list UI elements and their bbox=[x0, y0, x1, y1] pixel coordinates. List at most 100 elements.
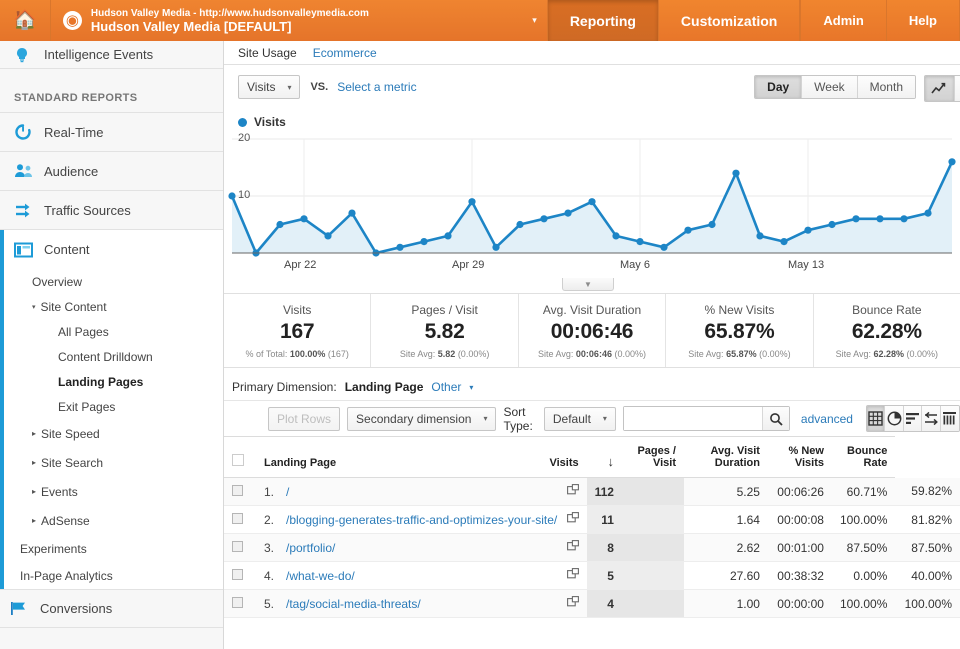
sidebar-item-exit-pages[interactable]: Exit Pages bbox=[4, 394, 223, 419]
chevron-down-icon: ▾ bbox=[483, 414, 488, 423]
tab-reporting[interactable]: Reporting bbox=[547, 0, 659, 41]
visits-chart[interactable]: 20 10 Apr 22 Apr 29 May 6 May 13 ▼ bbox=[224, 131, 960, 291]
open-in-new-window-icon[interactable] bbox=[566, 512, 579, 527]
line-chart-icon[interactable] bbox=[925, 76, 955, 101]
table-row[interactable]: 1. / 112 5.25 00:06:26 60.71% 59.82% bbox=[224, 477, 960, 506]
sidebar-item-label: AdSense bbox=[41, 513, 90, 528]
bar-view-icon[interactable] bbox=[903, 406, 923, 431]
column-header-new-visits[interactable]: % New Visits bbox=[767, 436, 832, 478]
secondary-dimension-label: Secondary dimension bbox=[356, 411, 472, 426]
open-in-new-window-icon[interactable] bbox=[566, 568, 579, 583]
granularity-month[interactable]: Month bbox=[857, 76, 915, 98]
row-landing-page-link[interactable]: /portfolio/ bbox=[286, 541, 563, 555]
select-all-checkbox[interactable] bbox=[232, 454, 244, 466]
sidebar-item-landing-pages[interactable]: Landing Pages bbox=[4, 369, 223, 394]
sidebar-item-site-speed[interactable]: ▸ Site Speed bbox=[4, 419, 223, 448]
column-header-visits[interactable]: Visits bbox=[530, 436, 587, 478]
pie-view-icon[interactable] bbox=[885, 406, 904, 431]
row-visits-pad bbox=[621, 589, 684, 618]
sidebar-item-in-page-analytics[interactable]: In-Page Analytics bbox=[4, 562, 223, 589]
sidebar-item-site-content[interactable]: ▾ Site Content bbox=[4, 294, 223, 319]
row-checkbox[interactable] bbox=[232, 596, 243, 608]
chevron-down-icon[interactable]: ▾ bbox=[532, 15, 537, 26]
summary-metric-subtext: Site Avg: 5.82 (0.00%) bbox=[399, 349, 490, 359]
account-selector[interactable]: ◉ Hudson Valley Media - http://www.hudso… bbox=[50, 0, 548, 41]
tab-customization[interactable]: Customization bbox=[659, 0, 801, 41]
sidebar-item-overview[interactable]: Overview bbox=[4, 269, 223, 294]
tab-site-usage[interactable]: Site Usage bbox=[238, 46, 297, 60]
advanced-link[interactable]: advanced bbox=[801, 412, 853, 426]
table-row[interactable]: 2. /blogging-generates-traffic-and-optimi… bbox=[224, 505, 960, 534]
table-row[interactable]: 3./portfolio/8 2.62 00:01:00 87.50% 87.50% bbox=[224, 533, 960, 562]
summary-metric-value: 167 bbox=[279, 320, 315, 343]
row-landing-page-link[interactable]: /blogging-generates-traffic-and-optimize… bbox=[286, 513, 563, 527]
sidebar-item-experiments[interactable]: Experiments bbox=[4, 535, 223, 562]
row-select-cell bbox=[224, 533, 256, 562]
primary-dimension-value[interactable]: Landing Page bbox=[345, 380, 424, 394]
sidebar-item-conversions[interactable]: Conversions bbox=[0, 589, 223, 628]
table-view-icon[interactable] bbox=[866, 406, 886, 431]
plot-rows-button[interactable]: Plot Rows bbox=[268, 406, 341, 431]
sidebar-item-all-pages[interactable]: All Pages bbox=[4, 319, 223, 344]
sidebar-item-traffic-sources[interactable]: Traffic Sources bbox=[0, 191, 223, 230]
sidebar-item-content-drilldown[interactable]: Content Drilldown bbox=[4, 344, 223, 369]
sort-direction-icon[interactable]: ↓ bbox=[586, 436, 622, 478]
select-a-metric-link[interactable]: Select a metric bbox=[337, 80, 416, 94]
chevron-down-icon[interactable]: ▾ bbox=[469, 383, 473, 392]
primary-dimension-other[interactable]: Other bbox=[431, 380, 461, 394]
row-checkbox[interactable] bbox=[232, 568, 243, 580]
summary-metric-label: Pages / Visit bbox=[411, 303, 478, 317]
row-visits: 8 bbox=[586, 533, 622, 562]
scatter-chart-icon[interactable] bbox=[955, 76, 960, 101]
open-in-new-window-icon[interactable] bbox=[566, 596, 579, 611]
row-index: 4. bbox=[264, 568, 275, 583]
column-header-avg-visit-duration[interactable]: Avg. Visit Duration bbox=[683, 436, 768, 478]
table-row[interactable]: 5. /tag/social-media-threats/4 1.00 00:00:0… bbox=[224, 589, 960, 618]
tab-ecommerce[interactable]: Ecommerce bbox=[313, 46, 377, 60]
tab-help[interactable]: Help bbox=[887, 0, 960, 41]
open-in-new-window-icon[interactable] bbox=[566, 540, 579, 555]
column-header-pages-visit[interactable]: Pages / Visit bbox=[621, 436, 684, 478]
row-landing-page-link[interactable]: / bbox=[286, 485, 563, 499]
sidebar-item-audience[interactable]: Audience bbox=[0, 152, 223, 191]
sidebar-item-events[interactable]: ▸ Events bbox=[4, 477, 223, 506]
row-checkbox[interactable] bbox=[232, 512, 243, 524]
row-landing-page-link[interactable]: /tag/social-media-threats/ bbox=[286, 597, 563, 611]
table-row[interactable]: 4. /what-we-do/5 27.60 00:38:32 0.00% 40.00% bbox=[224, 561, 960, 590]
sidebar-item-label: Events bbox=[41, 484, 78, 499]
sidebar-item-intelligence-events[interactable]: Intelligence Events bbox=[0, 41, 223, 69]
granularity-day[interactable]: Day bbox=[755, 76, 803, 98]
row-pages-per-visit: 1.64 bbox=[683, 505, 768, 534]
tab-admin[interactable]: Admin bbox=[801, 0, 887, 41]
row-visits-pad bbox=[621, 477, 684, 506]
pivot-view-icon[interactable] bbox=[940, 406, 959, 431]
search-icon[interactable] bbox=[761, 407, 789, 430]
home-button[interactable]: 🏠 bbox=[0, 0, 51, 41]
metric-select-button[interactable]: Visits ▾ bbox=[238, 75, 301, 99]
sidebar-item-adsense[interactable]: ▸ AdSense bbox=[4, 506, 223, 535]
legend-color-swatch bbox=[238, 117, 247, 127]
sort-type-button[interactable]: Default ▾ bbox=[543, 406, 616, 431]
search-input[interactable] bbox=[623, 407, 762, 430]
sidebar-item-site-search[interactable]: ▸ Site Search bbox=[4, 448, 223, 477]
open-in-new-window-icon[interactable] bbox=[566, 484, 579, 499]
row-landing-page-link[interactable]: /what-we-do/ bbox=[286, 569, 563, 583]
row-avg-visit-duration: 00:01:00 bbox=[767, 533, 832, 562]
chevron-right-icon: ▸ bbox=[32, 429, 37, 438]
sidebar: Intelligence Events STANDARD REPORTS Rea… bbox=[0, 41, 224, 649]
chart-resize-handle[interactable]: ▼ bbox=[562, 278, 614, 291]
secondary-dimension-button[interactable]: Secondary dimension ▾ bbox=[347, 406, 497, 431]
sidebar-group-content: Content Overview ▾ Site Content All Page… bbox=[0, 230, 223, 589]
row-index: 3. bbox=[264, 540, 275, 555]
sidebar-item-real-time[interactable]: Real-Time bbox=[0, 113, 223, 152]
sidebar-item-label: Overview bbox=[32, 274, 83, 289]
granularity-week[interactable]: Week bbox=[802, 76, 858, 98]
comparison-view-icon[interactable] bbox=[922, 406, 941, 431]
sidebar-item-content[interactable]: Content bbox=[4, 230, 223, 269]
row-bounce-rate: 81.82% bbox=[895, 505, 960, 534]
row-visits-pad bbox=[621, 533, 684, 562]
column-header-landing-page[interactable]: Landing Page bbox=[256, 436, 531, 478]
row-checkbox[interactable] bbox=[232, 540, 243, 552]
column-header-bounce-rate[interactable]: Bounce Rate bbox=[831, 436, 896, 478]
row-checkbox[interactable] bbox=[232, 484, 243, 496]
